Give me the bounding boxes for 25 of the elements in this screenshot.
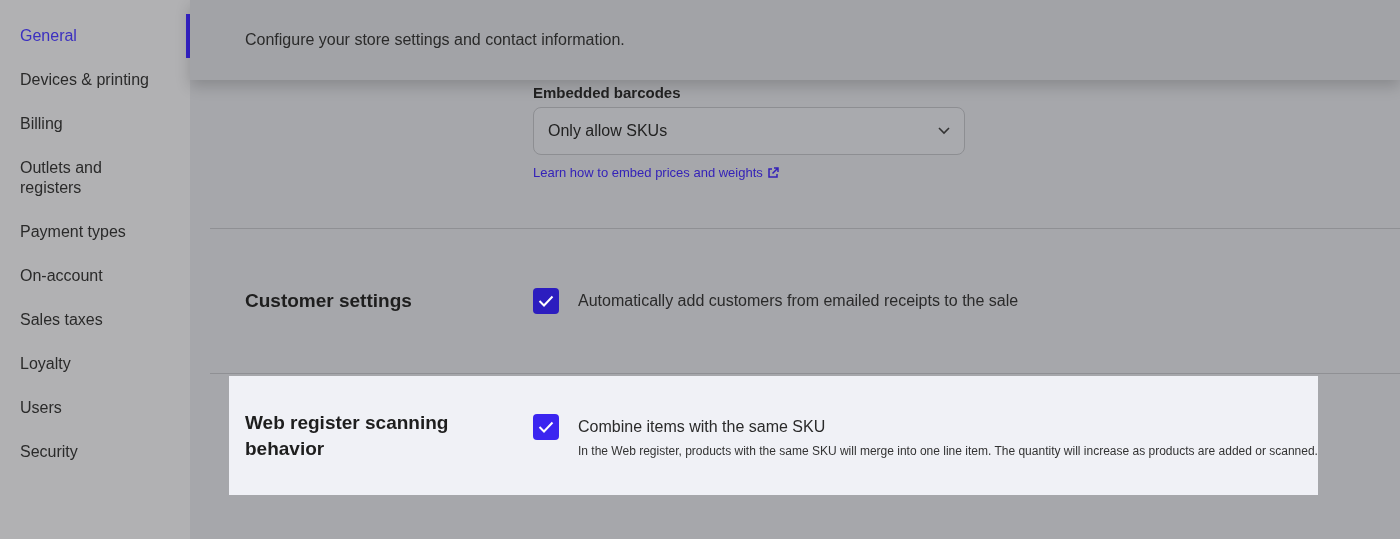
checkbox[interactable] xyxy=(533,288,559,314)
checkbox-label: Combine items with the same SKU xyxy=(578,416,827,437)
sidebar-item[interactable]: Loyalty xyxy=(0,342,190,386)
sidebar-item[interactable]: Users xyxy=(0,386,190,430)
sidebar-item[interactable]: Devices & printing xyxy=(0,58,190,102)
header-description: Configure your store settings and contact information. xyxy=(245,31,625,49)
help-text: In the Web register, products with the same SKU will merge into one line item. The quantity will increase as products are added or scanned. xyxy=(578,443,1318,458)
sidebar-item[interactable]: Payment types xyxy=(0,210,190,254)
sidebar-item[interactable]: Outlets and registers xyxy=(0,146,190,210)
sidebar-item[interactable]: Security xyxy=(0,430,190,474)
sidebar-item[interactable]: Sales taxes xyxy=(0,298,190,342)
chevron-down-icon xyxy=(938,127,950,135)
section-title: Customer settings xyxy=(245,289,413,313)
sidebar-item[interactable]: General xyxy=(0,14,190,58)
checkbox[interactable] xyxy=(533,413,559,440)
checkmark-icon xyxy=(538,420,554,433)
barcode-dropdown[interactable]: Only allow SKUs xyxy=(533,107,965,155)
help-link[interactable]: Learn how to embed prices and weights xyxy=(533,165,965,180)
sidebar-item[interactable]: On-account xyxy=(0,254,190,298)
field-label: Embedded barcodes xyxy=(533,84,682,101)
checkmark-icon xyxy=(538,295,554,307)
external-link-icon xyxy=(766,166,779,179)
sidebar-item[interactable]: Billing xyxy=(0,102,190,146)
checkbox-label: Automatically add customers from emailed receipts to the sale xyxy=(578,291,1019,311)
section-title: Web register scanning behavior xyxy=(245,410,450,461)
